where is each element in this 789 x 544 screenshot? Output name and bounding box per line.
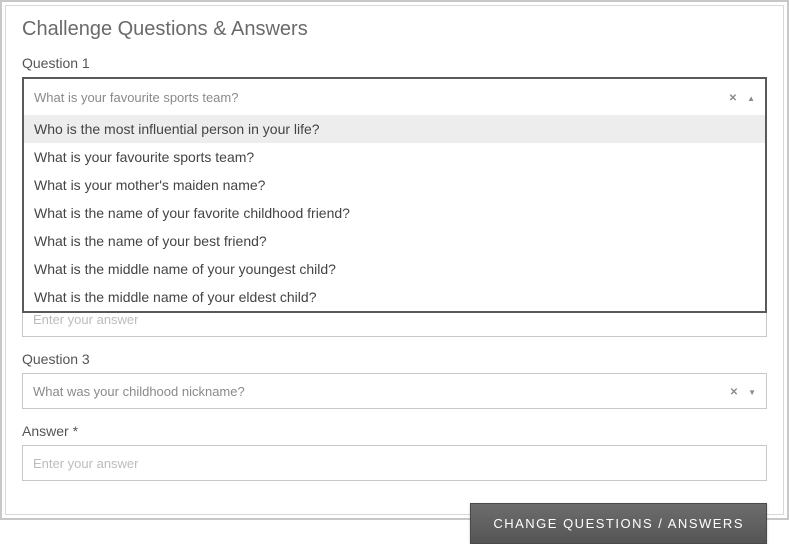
question-3-select-row: What was your childhood nickname? — [22, 373, 767, 409]
question-3-select-controls — [730, 384, 756, 398]
question-1-selected-text: What is your favourite sports team? — [34, 90, 729, 105]
question-1-block: What is your favourite sports team? Who … — [22, 77, 767, 301]
submit-row: CHANGE QUESTIONS / ANSWERS — [22, 503, 767, 544]
question-3-label: Question 3 — [22, 351, 767, 367]
answer-obscured-placeholder: Enter your answer — [33, 312, 139, 327]
change-questions-answers-button[interactable]: CHANGE QUESTIONS / ANSWERS — [470, 503, 767, 544]
dropdown-option[interactable]: What is the name of your best friend? — [24, 227, 765, 255]
chevron-down-icon[interactable] — [748, 384, 756, 398]
question-1-label: Question 1 — [22, 55, 767, 71]
question-1-select-open[interactable]: What is your favourite sports team? Who … — [22, 77, 767, 313]
page-title: Challenge Questions & Answers — [22, 18, 767, 41]
question-1-select-controls — [729, 90, 755, 104]
chevron-up-icon[interactable] — [747, 90, 755, 104]
answer-input[interactable] — [22, 445, 767, 481]
dropdown-option[interactable]: What is your mother's maiden name? — [24, 171, 765, 199]
dropdown-option[interactable]: What is the middle name of your eldest c… — [24, 283, 765, 311]
answer-label: Answer * — [22, 423, 767, 439]
outer-frame: Challenge Questions & Answers Question 1… — [0, 0, 789, 520]
question-3-selected-text: What was your childhood nickname? — [33, 384, 730, 399]
challenge-panel: Challenge Questions & Answers Question 1… — [5, 5, 784, 515]
question-1-select-header[interactable]: What is your favourite sports team? — [24, 79, 765, 115]
dropdown-option[interactable]: What is the middle name of your youngest… — [24, 255, 765, 283]
clear-icon[interactable] — [730, 384, 738, 398]
dropdown-option[interactable]: Who is the most influential person in yo… — [24, 115, 765, 143]
dropdown-option[interactable]: What is the name of your favorite childh… — [24, 199, 765, 227]
question-3-select[interactable]: What was your childhood nickname? — [22, 373, 767, 409]
question-1-dropdown-list: Who is the most influential person in yo… — [24, 115, 765, 311]
dropdown-option[interactable]: What is your favourite sports team? — [24, 143, 765, 171]
clear-icon[interactable] — [729, 90, 737, 104]
